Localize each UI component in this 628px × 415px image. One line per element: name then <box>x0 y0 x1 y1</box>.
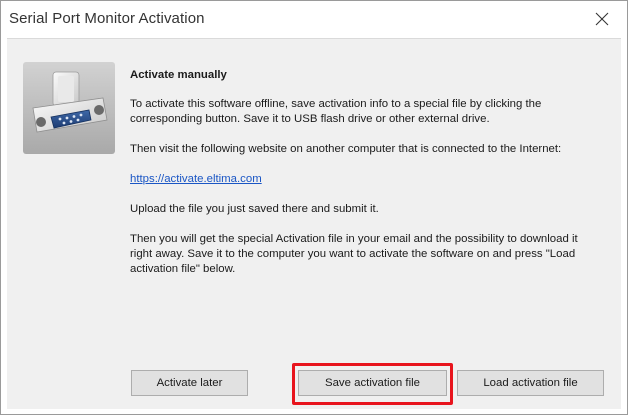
activation-link-row: https://activate.eltima.com <box>130 172 600 187</box>
load-activation-file-button[interactable]: Load activation file <box>457 370 604 396</box>
activation-link[interactable]: https://activate.eltima.com <box>130 173 262 185</box>
save-activation-file-button[interactable]: Save activation file <box>298 370 447 396</box>
instructions: Activate manually To activate this softw… <box>130 68 600 292</box>
heading: Activate manually <box>130 69 227 81</box>
instruction-paragraph-1: To activate this software offline, save … <box>130 98 542 125</box>
instruction-paragraph-4: Then you will get the special Activation… <box>130 233 578 275</box>
window-title: Serial Port Monitor Activation <box>9 10 205 27</box>
activate-later-button[interactable]: Activate later <box>131 370 248 396</box>
close-icon <box>595 12 609 26</box>
serial-port-icon <box>23 62 115 154</box>
instruction-paragraph-3: Upload the file you just saved there and… <box>130 203 379 215</box>
dialog-body: Activate manually To activate this softw… <box>7 38 621 409</box>
activation-dialog: Serial Port Monitor Activation Activate … <box>0 0 628 415</box>
close-button[interactable] <box>579 2 625 36</box>
title-bar: Serial Port Monitor Activation <box>1 1 627 37</box>
instruction-paragraph-2: Then visit the following website on anot… <box>130 143 562 155</box>
